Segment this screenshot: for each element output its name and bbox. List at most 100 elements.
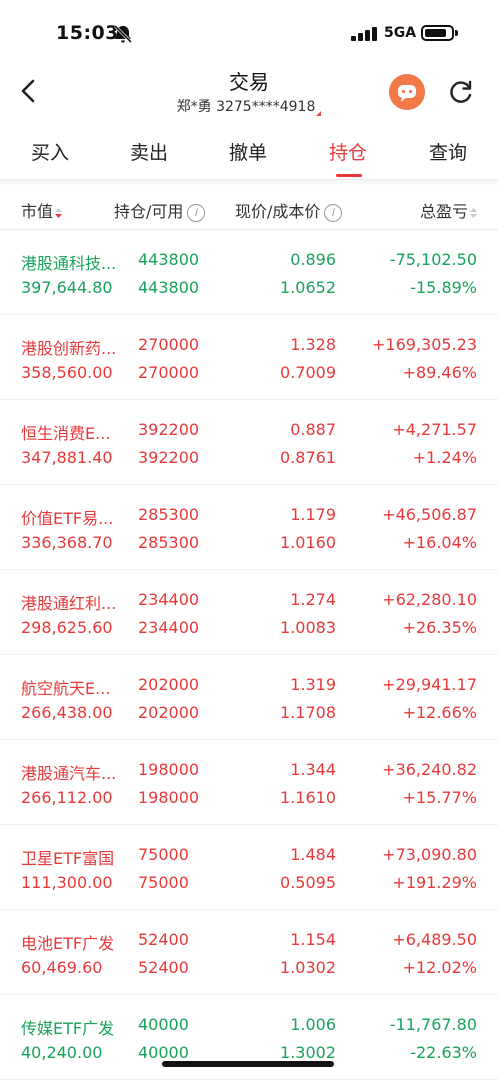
table-row[interactable]: 港股通红利... 298,625.60 234400 234400 1.274 1.008… bbox=[0, 570, 498, 655]
holding-market-value: 60,469.60 bbox=[21, 958, 103, 977]
tab-buy[interactable]: 买入 bbox=[31, 138, 69, 165]
holding-available: 443800 bbox=[138, 278, 200, 297]
column-position-label: 持仓/可用 bbox=[114, 202, 184, 221]
home-indicator bbox=[162, 1061, 334, 1067]
holding-cost: 1.1610 bbox=[280, 788, 336, 807]
account-switch-icon bbox=[316, 111, 322, 116]
trade-tabs: 买入 卖出 撤单 持仓 查询 bbox=[0, 124, 498, 180]
holding-available: 270000 bbox=[138, 363, 200, 382]
holding-cost: 1.0302 bbox=[280, 958, 336, 977]
holding-market-value: 397,644.80 bbox=[21, 278, 113, 297]
info-icon[interactable]: i bbox=[187, 203, 206, 222]
sort-icon bbox=[55, 207, 63, 218]
table-row[interactable]: 卫星ETF富国 111,300.00 75000 75000 1.484 0.5095 +7… bbox=[0, 825, 498, 910]
holding-cost: 0.7009 bbox=[280, 363, 336, 382]
holding-pnl-percent: +12.66% bbox=[402, 703, 477, 722]
status-time: 15:03 bbox=[56, 22, 119, 44]
holding-position: 270000 bbox=[138, 335, 200, 354]
holding-name: 价值ETF易... bbox=[21, 509, 114, 528]
holding-pnl-percent: +89.46% bbox=[402, 363, 477, 382]
holding-position: 443800 bbox=[138, 250, 200, 269]
holding-pnl-percent: -15.89% bbox=[410, 278, 477, 297]
holding-pnl: +169,305.23 bbox=[371, 335, 477, 354]
status-bar: 15:03 5GA bbox=[0, 0, 498, 60]
holding-name: 恒生消费E... bbox=[21, 424, 111, 443]
holding-market-value: 347,881.40 bbox=[21, 448, 113, 467]
table-row[interactable]: 价值ETF易... 336,368.70 285300 285300 1.179 1.01… bbox=[0, 485, 498, 570]
holding-pnl: +29,941.17 bbox=[382, 675, 477, 694]
table-row[interactable]: 电池ETF广发 60,469.60 52400 52400 1.154 1.0302 +6,… bbox=[0, 910, 498, 995]
tab-positions[interactable]: 持仓 bbox=[329, 138, 367, 165]
holding-name: 港股通红利... bbox=[21, 594, 117, 613]
holding-pnl-percent: +16.04% bbox=[402, 533, 477, 552]
table-row[interactable]: 航空航天E... 266,438.00 202000 202000 1.319 1.170… bbox=[0, 655, 498, 740]
table-row[interactable]: 港股创新药... 358,560.00 270000 270000 1.328 0.700… bbox=[0, 315, 498, 400]
holding-price: 1.179 bbox=[290, 505, 336, 524]
column-price: 现价/成本价 i bbox=[235, 198, 343, 222]
table-row[interactable]: 恒生消费E... 347,881.40 392200 392200 0.887 0.876… bbox=[0, 400, 498, 485]
holding-name: 航空航天E... bbox=[21, 679, 111, 698]
signal-icon bbox=[351, 27, 379, 41]
holding-pnl: +62,280.10 bbox=[382, 590, 477, 609]
table-row[interactable]: 传媒ETF广发 40,240.00 40000 40000 1.006 1.3002 -11… bbox=[0, 995, 498, 1080]
holding-pnl: +73,090.80 bbox=[382, 845, 477, 864]
holding-price: 1.484 bbox=[290, 845, 336, 864]
holding-pnl: -75,102.50 bbox=[389, 250, 477, 269]
holding-name: 港股创新药... bbox=[21, 339, 117, 358]
holding-name: 卫星ETF富国 bbox=[21, 849, 115, 868]
holding-position: 40000 bbox=[138, 1015, 189, 1034]
info-icon[interactable]: i bbox=[324, 203, 343, 222]
table-row[interactable]: 港股通汽车... 266,112.00 198000 198000 1.344 1.161… bbox=[0, 740, 498, 825]
column-pnl: 总盈亏 bbox=[420, 198, 477, 222]
network-label: 5GA bbox=[384, 25, 417, 41]
holding-price: 1.274 bbox=[290, 590, 336, 609]
holding-price: 1.344 bbox=[290, 760, 336, 779]
holding-available: 52400 bbox=[138, 958, 189, 977]
avatar-icon[interactable] bbox=[389, 74, 425, 110]
holding-market-value: 111,300.00 bbox=[21, 873, 113, 892]
holding-pnl-percent: -22.63% bbox=[410, 1043, 477, 1062]
holding-market-value: 298,625.60 bbox=[21, 618, 113, 637]
holding-pnl: +46,506.87 bbox=[382, 505, 477, 524]
holding-available: 392200 bbox=[138, 448, 200, 467]
tab-cancel-order[interactable]: 撤单 bbox=[229, 138, 267, 165]
table-header: 市值 持仓/可用 i 现价/成本价 i 总盈亏 bbox=[0, 186, 498, 230]
column-market-value-label: 市值 bbox=[21, 202, 54, 221]
tab-sell[interactable]: 卖出 bbox=[130, 138, 168, 165]
holding-position: 202000 bbox=[138, 675, 200, 694]
column-price-label: 现价/成本价 bbox=[235, 202, 321, 221]
holding-cost: 0.8761 bbox=[280, 448, 336, 467]
nav-header: 交易 郑*勇 3275****4918 bbox=[0, 60, 498, 124]
holding-available: 202000 bbox=[138, 703, 200, 722]
column-position: 持仓/可用 i bbox=[114, 198, 206, 222]
holding-pnl-percent: +1.24% bbox=[412, 448, 477, 467]
holding-position: 198000 bbox=[138, 760, 200, 779]
tab-query[interactable]: 查询 bbox=[429, 138, 467, 165]
holding-price: 1.328 bbox=[290, 335, 336, 354]
holding-price: 1.319 bbox=[290, 675, 336, 694]
holding-pnl-percent: +15.77% bbox=[402, 788, 477, 807]
holding-pnl-percent: +12.02% bbox=[402, 958, 477, 977]
holding-market-value: 358,560.00 bbox=[21, 363, 113, 382]
holding-pnl: -11,767.80 bbox=[389, 1015, 477, 1034]
holding-name: 电池ETF广发 bbox=[21, 934, 115, 953]
holding-pnl: +36,240.82 bbox=[382, 760, 477, 779]
table-row[interactable]: 港股通科技... 397,644.80 443800 443800 0.896 1.065… bbox=[0, 230, 498, 315]
holding-price: 1.154 bbox=[290, 930, 336, 949]
holding-cost: 1.1708 bbox=[280, 703, 336, 722]
holding-cost: 1.3002 bbox=[280, 1043, 336, 1062]
holding-available: 198000 bbox=[138, 788, 200, 807]
battery-icon bbox=[421, 25, 458, 41]
tab-active-indicator bbox=[336, 174, 362, 177]
holding-available: 75000 bbox=[138, 873, 189, 892]
holding-cost: 1.0652 bbox=[280, 278, 336, 297]
holding-position: 392200 bbox=[138, 420, 200, 439]
holding-cost: 1.0160 bbox=[280, 533, 336, 552]
sort-icon bbox=[470, 207, 477, 218]
holding-pnl: +6,489.50 bbox=[392, 930, 477, 949]
holding-available: 285300 bbox=[138, 533, 200, 552]
column-market-value[interactable]: 市值 bbox=[21, 198, 63, 222]
holding-position: 52400 bbox=[138, 930, 189, 949]
holding-name: 港股通汽车... bbox=[21, 764, 117, 783]
refresh-icon[interactable] bbox=[445, 76, 477, 108]
